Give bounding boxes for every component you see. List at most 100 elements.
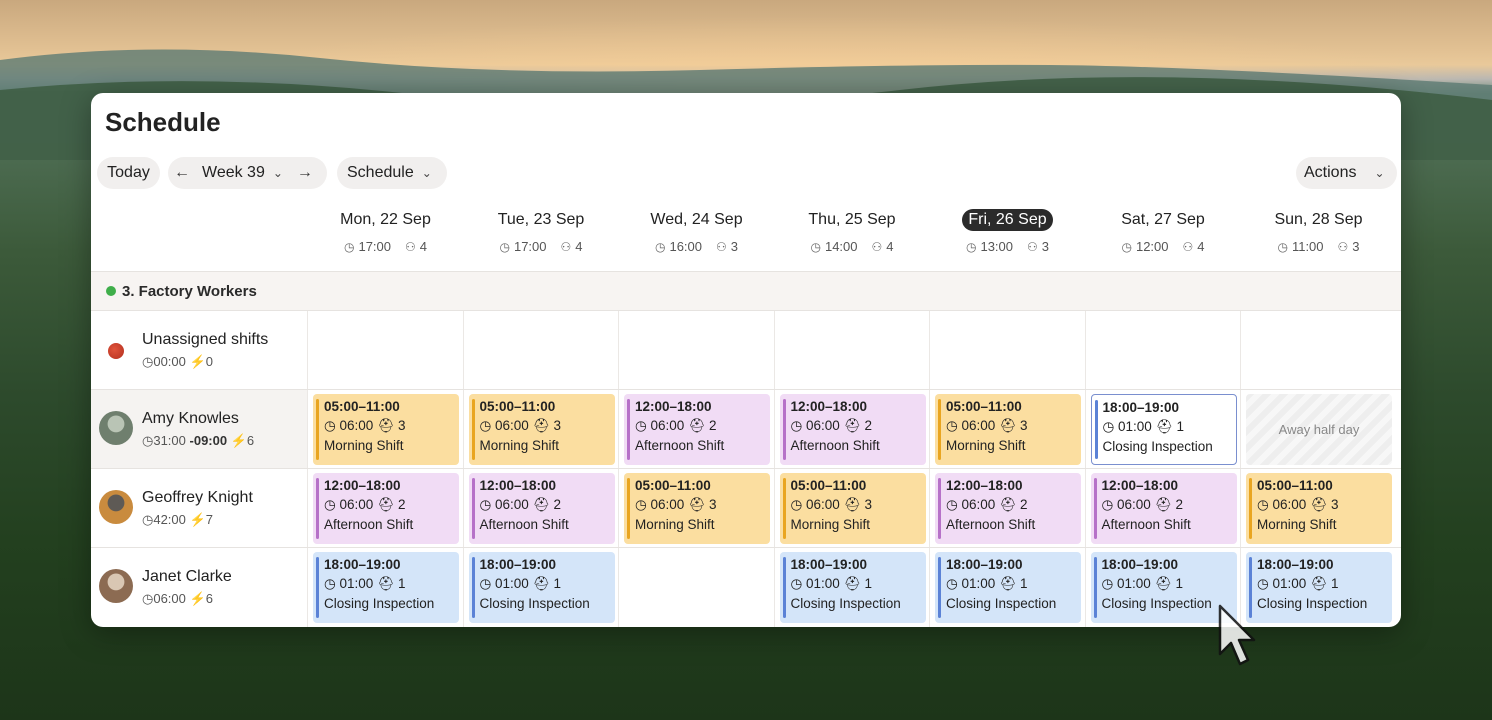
shift-card[interactable]: 12:00–18:00 ◷ 06:00 ⛑ 2 Afternoon Shift <box>624 394 770 465</box>
shift-name: Morning Shift <box>635 517 715 532</box>
person-icon: ⚇ <box>560 239 572 254</box>
shift-card[interactable]: 12:00–18:00 ◷ 06:00 ⛑ 2 Afternoon Shift <box>468 473 615 544</box>
arrow-right-icon[interactable]: → <box>291 164 319 182</box>
day-header[interactable]: Sat, 27 Sep ◷ 12:00 ⚇ 4 <box>1086 209 1241 269</box>
day-summary: ◷ 17:00 ⚇ 4 <box>308 239 463 254</box>
person-summary: ◷42:00 ⚡7 <box>142 512 213 528</box>
day-label: Sat, 27 Sep <box>1121 211 1205 228</box>
shift-time: 18:00–19:00 <box>1101 557 1179 572</box>
day-cell[interactable]: 18:00–19:00 ◷ 01:00 ⛑ 1 Closing Inspection <box>462 548 618 627</box>
clock-icon: ◷ <box>479 497 492 512</box>
shift-time: 18:00–19:00 <box>1102 400 1180 415</box>
day-cell[interactable]: 12:00–18:00 ◷ 06:00 ⛑ 2 Afternoon Shift <box>307 469 462 548</box>
day-people: 3 <box>1041 239 1050 254</box>
day-label: Mon, 22 Sep <box>340 211 431 228</box>
shift-time: 12:00–18:00 <box>479 478 557 493</box>
shift-card[interactable]: 12:00–18:00 ◷ 06:00 ⛑ 2 Afternoon Shift <box>313 473 459 544</box>
day-cell[interactable]: 18:00–19:00 ◷ 01:00 ⛑ 1 Closing Inspection <box>929 548 1084 627</box>
week-select[interactable]: Week 39 <box>196 164 271 182</box>
shift-card[interactable]: 18:00–19:00 ◷ 01:00 ⛑ 1 Closing Inspection <box>313 552 459 623</box>
staff-icon: ⛑ <box>1155 419 1173 434</box>
day-cell[interactable] <box>1240 311 1395 390</box>
day-header[interactable]: Thu, 25 Sep ◷ 14:00 ⚇ 4 <box>775 209 930 269</box>
clock-icon: ◷ <box>654 239 666 254</box>
shift-card[interactable]: 05:00–11:00 ◷ 06:00 ⛑ 3 Morning Shift <box>935 394 1081 465</box>
day-cell[interactable]: 12:00–18:00 ◷ 06:00 ⛑ 2 Afternoon Shift <box>462 469 618 548</box>
clock-icon: ◷ <box>946 418 958 433</box>
day-cell[interactable] <box>462 311 618 390</box>
day-cell[interactable] <box>773 311 929 390</box>
shift-details: ◷ 01:00 ⛑ 1 <box>946 576 1028 591</box>
day-cell[interactable]: 18:00–19:00 ◷ 01:00 ⛑ 1 Closing Inspection <box>773 548 929 627</box>
shift-name: Afternoon Shift <box>479 517 569 532</box>
schedule-panel: Schedule Today ← Week 39 ⌄ → Schedule ⌄ … <box>91 93 1401 627</box>
shift-card[interactable]: 18:00–19:00 ◷ 01:00 ⛑ 1 Closing Inspection <box>779 552 926 623</box>
day-cell[interactable]: 12:00–18:00 ◷ 06:00 ⛑ 2 Afternoon Shift <box>773 390 929 469</box>
shift-card[interactable]: 05:00–11:00 ◷ 06:00 ⛑ 3 Morning Shift <box>313 394 459 465</box>
day-cell[interactable] <box>618 311 773 390</box>
shift-time: 18:00–19:00 <box>324 557 401 572</box>
clock-icon: ◷ <box>142 591 154 606</box>
row-header[interactable]: Janet Clarke ◷06:00 ⚡6 <box>91 548 308 627</box>
shift-time: 05:00–11:00 <box>946 399 1022 414</box>
day-cell[interactable]: 05:00–11:00 ◷ 06:00 ⛑ 3 Morning Shift <box>773 469 929 548</box>
person-icon: ⚇ <box>716 239 727 254</box>
day-cell[interactable]: 18:00–19:00 ◷ 01:00 ⛑ 1 Closing Inspection <box>1240 548 1395 627</box>
day-cell[interactable]: 05:00–11:00 ◷ 06:00 ⛑ 3 Morning Shift <box>1240 469 1395 548</box>
view-select[interactable]: Schedule ⌄ <box>337 157 447 189</box>
shift-time: 05:00–11:00 <box>479 399 556 414</box>
day-people: 4 <box>575 239 583 254</box>
shift-card[interactable]: 05:00–11:00 ◷ 06:00 ⛑ 3 Morning Shift <box>468 394 615 465</box>
chevron-down-icon[interactable]: ⌄ <box>271 166 291 180</box>
shift-card[interactable]: 12:00–18:00 ◷ 06:00 ⛑ 2 Afternoon Shift <box>779 394 926 465</box>
day-cell[interactable] <box>1084 311 1240 390</box>
day-header[interactable]: Fri, 26 Sep ◷ 13:00 ⚇ 3 <box>930 209 1085 269</box>
shift-card[interactable]: 18:00–19:00 ◷ 01:00 ⛑ 1 Closing Inspection <box>468 552 615 623</box>
row-header[interactable]: Geoffrey Knight ◷42:00 ⚡7 <box>91 469 308 548</box>
day-cell[interactable]: 18:00–19:00 ◷ 01:00 ⛑ 1 Closing Inspection <box>307 548 462 627</box>
day-cell[interactable] <box>618 548 773 627</box>
toolbar: Today ← Week 39 ⌄ → Schedule ⌄ Actions ⌄ <box>97 157 1397 189</box>
avatar <box>99 490 133 524</box>
shift-card[interactable]: 18:00–19:00 ◷ 01:00 ⛑ 1 Closing Inspection <box>1090 394 1237 465</box>
shift-card[interactable]: 12:00–18:00 ◷ 06:00 ⛑ 2 Afternoon Shift <box>935 473 1081 544</box>
shift-card[interactable]: 12:00–18:00 ◷ 06:00 ⛑ 2 Afternoon Shift <box>1090 473 1237 544</box>
arrow-left-icon[interactable]: ← <box>168 164 196 182</box>
day-cell[interactable]: 05:00–11:00 ◷ 06:00 ⛑ 3 Morning Shift <box>462 390 618 469</box>
away-block[interactable]: Away half day <box>1246 394 1392 465</box>
day-label: Wed, 24 Sep <box>650 211 743 228</box>
day-header[interactable]: Wed, 24 Sep ◷ 16:00 ⚇ 3 <box>619 209 774 269</box>
row-header[interactable]: Amy Knowles ◷31:00 -09:00 ⚡6 <box>91 390 308 469</box>
shift-card[interactable]: 05:00–11:00 ◷ 06:00 ⛑ 3 Morning Shift <box>779 473 926 544</box>
avatar <box>99 569 133 603</box>
clock-icon: ◷ <box>1101 497 1114 512</box>
day-label: Sun, 28 Sep <box>1274 211 1363 228</box>
actions-button[interactable]: Actions ⌄ <box>1296 157 1397 189</box>
today-button[interactable]: Today <box>97 157 160 189</box>
shift-card[interactable]: 18:00–19:00 ◷ 01:00 ⛑ 1 Closing Inspection <box>1090 552 1237 623</box>
day-header[interactable]: Mon, 22 Sep ◷ 17:00 ⚇ 4 <box>308 209 463 269</box>
shift-card[interactable]: 05:00–11:00 ◷ 06:00 ⛑ 3 Morning Shift <box>624 473 770 544</box>
day-cell[interactable]: 18:00–19:00 ◷ 01:00 ⛑ 1 Closing Inspection <box>1084 390 1240 469</box>
day-cell[interactable]: 12:00–18:00 ◷ 06:00 ⛑ 2 Afternoon Shift <box>618 390 773 469</box>
day-header[interactable]: Tue, 23 Sep ◷ 17:00 ⚇ 4 <box>464 209 619 269</box>
day-cell[interactable] <box>929 311 1084 390</box>
day-cell[interactable]: Away half day <box>1240 390 1395 469</box>
day-cell[interactable] <box>307 311 462 390</box>
shift-time: 18:00–19:00 <box>790 557 868 572</box>
day-cell[interactable]: 05:00–11:00 ◷ 06:00 ⛑ 3 Morning Shift <box>929 390 1084 469</box>
staff-icon: ⛑ <box>843 576 861 591</box>
row-header[interactable]: Unassigned shifts ◷00:00 ⚡0 <box>91 311 308 390</box>
person-name: Amy Knowles <box>142 410 239 427</box>
day-cell[interactable]: 05:00–11:00 ◷ 06:00 ⛑ 3 Morning Shift <box>618 469 773 548</box>
shift-time: 05:00–11:00 <box>635 478 711 493</box>
day-cell[interactable]: 12:00–18:00 ◷ 06:00 ⛑ 2 Afternoon Shift <box>929 469 1084 548</box>
day-header[interactable]: Sun, 28 Sep ◷ 11:00 ⚇ 3 <box>1241 209 1396 269</box>
day-cell[interactable]: 12:00–18:00 ◷ 06:00 ⛑ 2 Afternoon Shift <box>1084 469 1240 548</box>
shift-card[interactable]: 18:00–19:00 ◷ 01:00 ⛑ 1 Closing Inspection <box>1246 552 1392 623</box>
shift-card[interactable]: 18:00–19:00 ◷ 01:00 ⛑ 1 Closing Inspection <box>935 552 1081 623</box>
day-cell[interactable]: 05:00–11:00 ◷ 06:00 ⛑ 3 Morning Shift <box>307 390 462 469</box>
shift-card[interactable]: 05:00–11:00 ◷ 06:00 ⛑ 3 Morning Shift <box>1246 473 1392 544</box>
shift-name: Morning Shift <box>324 438 404 453</box>
group-header[interactable]: 3. Factory Workers <box>91 272 1401 310</box>
